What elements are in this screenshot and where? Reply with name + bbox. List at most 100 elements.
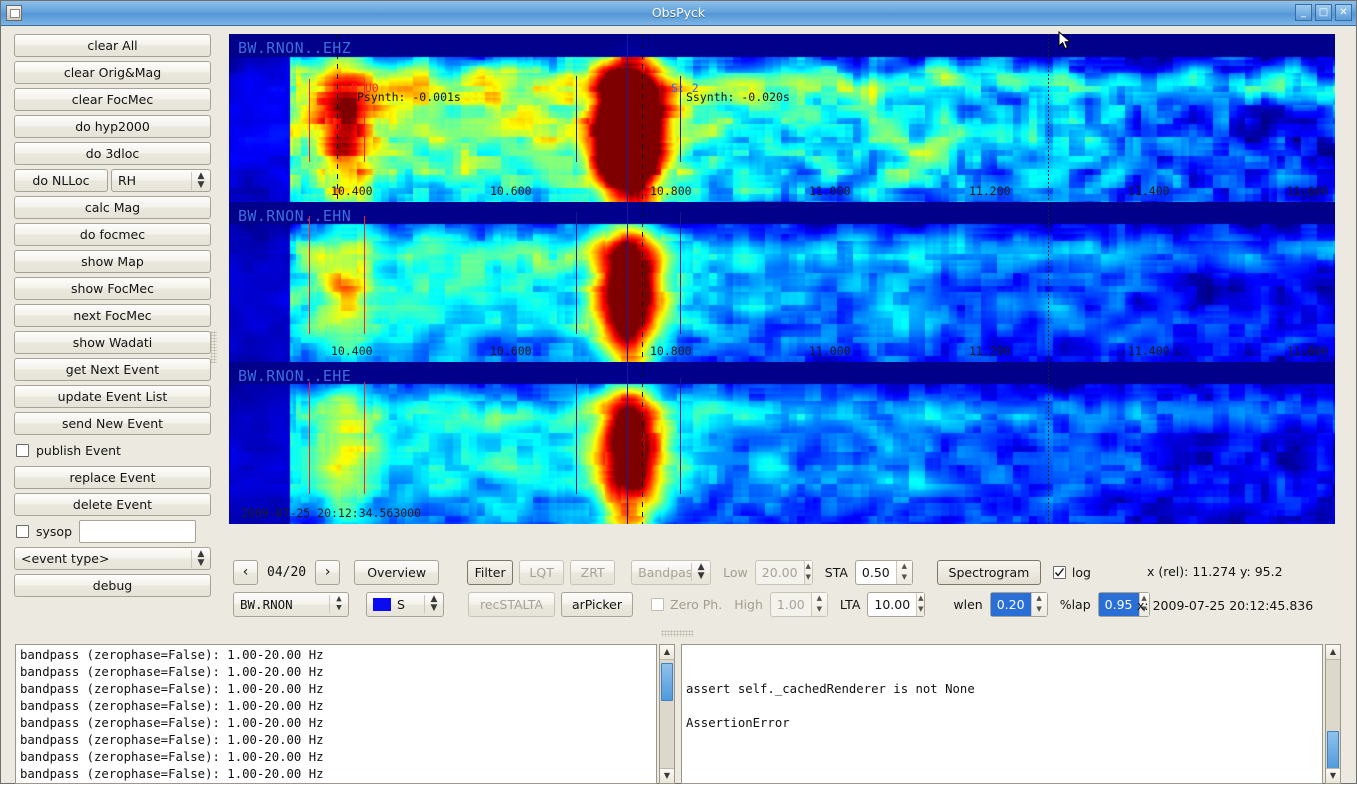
prev-event-button[interactable]: ‹ [233, 559, 258, 585]
spectrogram-panel-ehe[interactable]: BW.RNON..EHE 2009-07-25 20:12:34.563000 [229, 362, 1335, 524]
ssynth-line [642, 34, 643, 202]
window-controls: _ □ ✕ [1295, 4, 1352, 21]
low-value: 20.00 [761, 564, 798, 580]
do-3dloc-button[interactable]: do 3dloc [14, 142, 211, 165]
filter-button[interactable]: Filter [467, 559, 514, 585]
spectrogram-button[interactable]: Spectrogram [936, 559, 1041, 585]
sidebar-resize-grip[interactable] [210, 331, 217, 363]
stderr-scrollbar[interactable]: ▲ ▼ [1325, 644, 1341, 784]
close-button[interactable]: ✕ [1335, 4, 1352, 21]
station-value: BW.RNON [240, 596, 293, 612]
sta-spinbox[interactable]: 0.50 ▲ ▼ [854, 559, 913, 585]
x-tick-label: 10.400 [331, 344, 373, 358]
horizontal-splitter-grip[interactable] [661, 630, 693, 637]
calc-mag-button[interactable]: calc Mag [14, 196, 211, 219]
ssynth-line [642, 202, 643, 362]
sta-label: STA [824, 564, 848, 580]
show-map-button[interactable]: show Map [14, 250, 211, 273]
delete-event-button[interactable]: delete Event [14, 493, 211, 516]
x-tick-label: 11.400 [1128, 344, 1170, 358]
publish-event-label: publish Event [36, 443, 121, 458]
obspyck-window: ObsPyck _ □ ✕ clear All clear Orig&Mag c… [0, 0, 1357, 784]
pick-line-red-2 [364, 382, 365, 494]
show-focmec-button[interactable]: show FocMec [14, 277, 211, 300]
chevron-updown-icon: ▲ ▼ [329, 595, 348, 613]
stdout-scrollbar[interactable]: ▲ ▼ [659, 644, 675, 784]
sysop-checkbox[interactable] [16, 525, 29, 538]
phase-value: S [397, 596, 405, 612]
overview-button[interactable]: Overview [354, 559, 440, 585]
chevron-updown-icon: ▲ ▼ [191, 171, 210, 190]
debug-button[interactable]: debug [14, 574, 211, 597]
recstalta-button[interactable]: recSTALTA [468, 591, 555, 617]
spinner-arrows-icon[interactable]: ▲ ▼ [895, 560, 912, 584]
bandpass-select[interactable]: Bandpass ▲▼ [631, 559, 712, 585]
control-bar: ‹ 04/20 › Overview Filter LQT ZRT Bandpa… [229, 558, 1354, 624]
wlen-label: wlen [953, 596, 983, 612]
clear-all-button[interactable]: clear All [14, 34, 211, 57]
spectrogram-image-ehn [229, 202, 1335, 362]
clear-orig-mag-button[interactable]: clear Orig&Mag [14, 61, 211, 84]
zrt-button[interactable]: ZRT [570, 559, 616, 585]
lta-spinbox[interactable]: 10.00 ▲ ▼ [867, 591, 926, 617]
wlen-spinbox[interactable]: 0.20 ▲ ▼ [989, 591, 1048, 617]
scroll-up-icon[interactable]: ▲ [1326, 645, 1340, 660]
zero-phase-label: Zero Ph. [670, 596, 723, 612]
do-hyp2000-button[interactable]: do hyp2000 [14, 115, 211, 138]
log-area: bandpass (zerophase=False): 1.00-20.00 H… [1, 644, 1356, 785]
publish-event-checkbox[interactable] [16, 444, 29, 457]
do-focmec-button[interactable]: do focmec [14, 223, 211, 246]
zero-phase-checkbox[interactable] [651, 597, 664, 611]
next-focmec-button[interactable]: next FocMec [14, 304, 211, 327]
nlloc-row: do NLLoc RH ▲ ▼ [14, 169, 229, 192]
x-tick-label: 10.600 [490, 184, 532, 198]
pick-line-blue-1 [576, 212, 577, 334]
next-event-button[interactable]: › [315, 559, 341, 585]
minimize-button[interactable]: _ [1295, 4, 1312, 21]
bandpass-value: Bandpass [638, 564, 692, 580]
event-type-value: <event type> [21, 551, 110, 566]
annot-ssynth: Ssynth: -0.020s [686, 90, 790, 104]
chevron-updown-icon: ▲ ▼ [191, 549, 210, 568]
scrollbar-thumb[interactable] [1327, 731, 1339, 771]
scroll-up-icon[interactable]: ▲ [660, 645, 674, 660]
spinner-arrows-icon[interactable]: ▲ ▼ [916, 592, 925, 616]
stdout-log-text[interactable]: bandpass (zerophase=False): 1.00-20.00 H… [15, 644, 657, 784]
send-new-event-button[interactable]: send New Event [14, 412, 211, 435]
maximize-button[interactable]: □ [1315, 4, 1332, 21]
publish-event-row: publish Event [16, 439, 229, 462]
spinner-arrows-icon[interactable]: ▲ ▼ [810, 592, 827, 616]
window-icon [6, 5, 22, 21]
spinner-arrows-icon[interactable]: ▲ ▼ [803, 560, 812, 584]
lqt-button[interactable]: LQT [519, 559, 565, 585]
update-event-list-button[interactable]: update Event List [14, 385, 211, 408]
replace-event-button[interactable]: replace Event [14, 466, 211, 489]
get-next-event-button[interactable]: get Next Event [14, 358, 211, 381]
stderr-log-text[interactable]: assert self._cachedRenderer is not None … [681, 644, 1323, 784]
high-spinbox[interactable]: 1.00 ▲ ▼ [769, 591, 828, 617]
arpicker-button[interactable]: arPicker [561, 591, 633, 617]
spectrogram-panel-ehz[interactable]: BW.RNON..EHZ P_U0 Psynth: -0.001s S: 2 S… [229, 34, 1335, 202]
event-type-select[interactable]: <event type> ▲ ▼ [14, 547, 211, 570]
low-spinbox[interactable]: 20.00 ▲ ▼ [754, 559, 813, 585]
station-select[interactable]: BW.RNON ▲ ▼ [233, 591, 349, 617]
nlloc-model-select[interactable]: RH ▲ ▼ [111, 169, 211, 192]
pick-line-red-2 [364, 216, 365, 334]
x-tick-label: 11.000 [809, 184, 851, 198]
nlloc-model-value: RH [118, 173, 137, 188]
page-indicator: 04/20 [267, 564, 307, 580]
scrollbar-thumb[interactable] [661, 663, 673, 701]
scroll-down-icon[interactable]: ▼ [660, 768, 674, 783]
ssynth-line [642, 362, 643, 524]
show-wadati-button[interactable]: show Wadati [14, 331, 211, 354]
scroll-down-icon[interactable]: ▼ [1326, 768, 1340, 783]
phase-select[interactable]: S ▲ ▼ [366, 591, 444, 617]
spectrogram-panel-ehn[interactable]: BW.RNON..EHN 10.400 10.600 10.800 11.000… [229, 202, 1335, 362]
spectrogram-image-ehe [229, 362, 1335, 524]
clear-focmec-button[interactable]: clear FocMec [14, 88, 211, 111]
do-nlloc-button[interactable]: do NLLoc [14, 169, 108, 192]
phase-color-swatch [373, 597, 391, 611]
sysop-input[interactable] [79, 520, 197, 543]
log-checkbox[interactable] [1052, 565, 1066, 579]
spinner-arrows-icon[interactable]: ▲ ▼ [1030, 592, 1047, 616]
